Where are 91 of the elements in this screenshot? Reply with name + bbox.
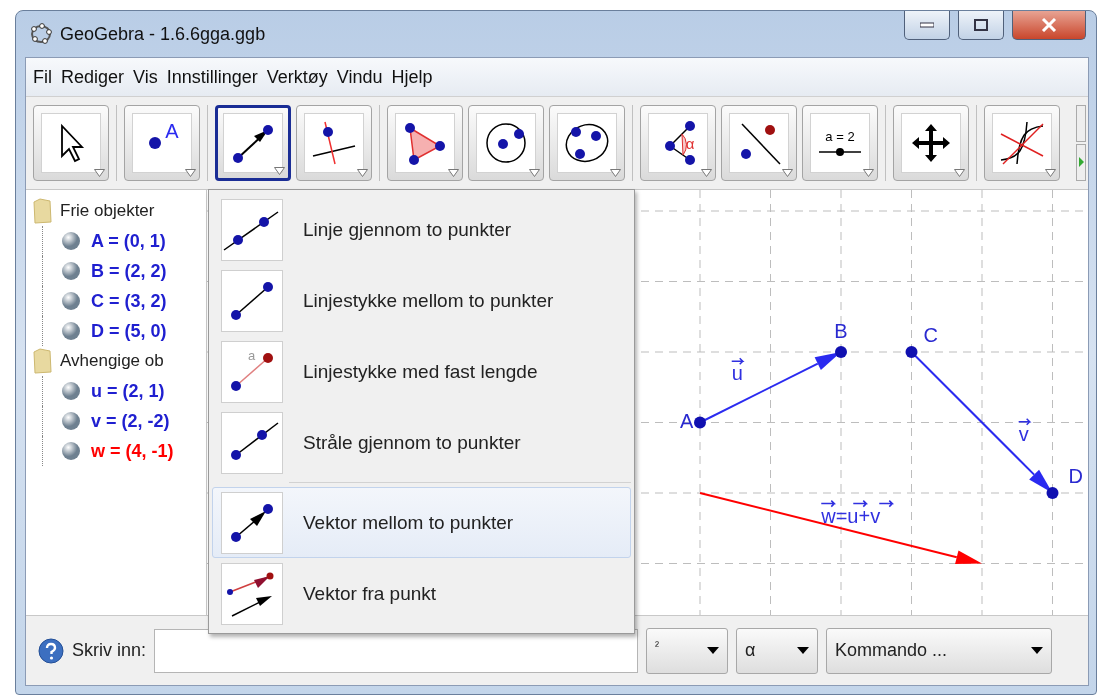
slider-icon (817, 145, 863, 158)
close-button[interactable] (1012, 11, 1086, 40)
caret-icon (1031, 647, 1044, 654)
menu-item[interactable]: a Linjestykke med fast lengde (212, 336, 631, 407)
point-label: A (680, 409, 694, 432)
tool-button[interactable] (721, 105, 797, 181)
tool-button[interactable] (33, 105, 109, 181)
algebra-item[interactable]: B = (2, 2) (42, 256, 206, 286)
app-logo-icon (30, 23, 52, 45)
vector-label: w=u+v (821, 504, 881, 527)
dropdown-select[interactable]: Kommando ... (826, 627, 1053, 674)
folder-icon (32, 198, 52, 224)
triangle-icon (402, 120, 448, 166)
tool-button[interactable]: α (640, 105, 716, 181)
menu-item[interactable]: Stråle gjennom to punkter (212, 407, 631, 478)
algebra-item[interactable]: v = (2, -2) (42, 406, 206, 436)
overarrow-icon (1017, 418, 1032, 426)
menu-item[interactable]: Fil (33, 64, 52, 90)
tool-button[interactable]: a = 2 (802, 105, 878, 181)
menu-item[interactable]: Vektor fra punkt (212, 558, 631, 629)
sphere-icon (61, 261, 81, 281)
point (694, 416, 706, 429)
minimize-icon (920, 22, 934, 28)
menu-item[interactable]: Vindu (336, 64, 383, 90)
point-label: D (1068, 465, 1083, 487)
folder-row[interactable]: Avhengige ob (32, 346, 206, 376)
dropdown-select[interactable]: ² (646, 627, 729, 674)
menu-item[interactable]: Vis (133, 64, 158, 90)
point (905, 346, 918, 358)
folder-row[interactable]: Frie objekter (32, 196, 206, 226)
window-title: GeoGebra - 1.6.6gga.ggb (60, 23, 267, 45)
function-graph-icon (999, 120, 1045, 166)
sphere-icon (61, 441, 81, 461)
tool-button[interactable] (296, 105, 372, 181)
menu-item[interactable]: Innstillinger (166, 64, 258, 90)
algebra-item[interactable]: C = (3, 2) (42, 286, 206, 316)
perpendicular-lines-icon (311, 120, 357, 166)
caret-icon (707, 647, 720, 654)
dropdown-triangle-icon (610, 169, 621, 177)
dropdown-triangle-icon (357, 169, 368, 177)
sphere-icon (61, 381, 81, 401)
menu-item[interactable]: Linje gjennom to punkter (212, 194, 631, 265)
dropdown-triangle-icon (782, 169, 793, 177)
tool-button[interactable] (387, 105, 463, 181)
folder-icon (32, 348, 52, 374)
menu-item[interactable]: Vektor mellom to punkter (212, 487, 631, 558)
tool-button[interactable] (468, 105, 544, 181)
dropdown-triangle-icon (274, 167, 285, 175)
dropdown-triangle-icon (448, 169, 459, 177)
dropdown-triangle-icon (185, 169, 196, 177)
menu-item[interactable]: Rediger (61, 64, 125, 90)
point (835, 346, 847, 358)
algebra-item[interactable]: w = (4, -1) (42, 436, 206, 466)
vector-label: v (1018, 422, 1029, 445)
dropdown-triangle-icon (94, 169, 105, 177)
point-label: C (923, 324, 938, 346)
maximize-icon (974, 19, 988, 31)
tool-button[interactable] (549, 105, 625, 181)
help-icon[interactable] (38, 637, 64, 664)
tool-button[interactable] (893, 105, 969, 181)
algebra-item[interactable]: A = (0, 1) (42, 226, 206, 256)
minimize-button[interactable] (904, 11, 950, 40)
dropdown-triangle-icon (1045, 169, 1056, 177)
algebra-item[interactable]: D = (5, 0) (42, 316, 206, 346)
tool-button[interactable]: A (124, 105, 200, 181)
tool-button[interactable] (984, 105, 1060, 181)
overarrow-icon (820, 499, 895, 508)
dropdown-triangle-icon (954, 169, 965, 177)
dropdown-triangle-icon (701, 169, 712, 177)
menu-item[interactable]: Verktøy (266, 64, 328, 90)
menu-item[interactable]: Linjestykke mellom to punkter (212, 265, 631, 336)
maximize-button[interactable] (958, 11, 1004, 40)
point (1046, 487, 1059, 499)
tool-button[interactable] (215, 105, 291, 181)
circle-icon (483, 120, 529, 166)
sphere-icon (61, 411, 81, 431)
sphere-icon (61, 231, 81, 251)
dropdown-triangle-icon (529, 169, 540, 177)
point-label: B (834, 320, 848, 342)
sphere-icon (61, 291, 81, 311)
close-icon (1041, 18, 1057, 32)
toolbar-scroll-icon (1076, 105, 1086, 181)
overarrow-icon (731, 357, 745, 365)
menu-item[interactable]: Hjelp (391, 64, 433, 90)
dropdown-triangle-icon (863, 169, 874, 177)
input-label: Skriv inn: (72, 640, 147, 661)
vector-label: u (731, 362, 743, 385)
algebra-item[interactable]: u = (2, 1) (42, 376, 206, 406)
sphere-icon (61, 321, 81, 341)
caret-icon (797, 647, 810, 654)
dropdown-select[interactable]: α (736, 627, 819, 674)
